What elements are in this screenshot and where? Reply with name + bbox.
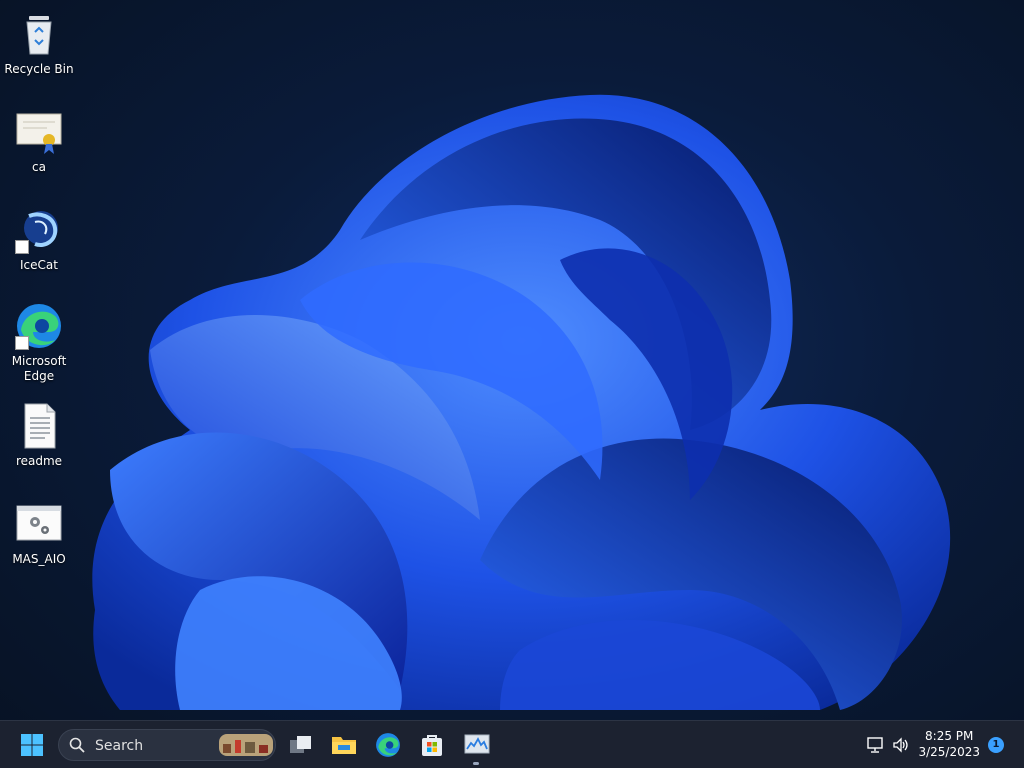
desktop-icon-readme[interactable]: readme [2,398,76,469]
text-document-icon [15,402,63,450]
shortcut-arrow-icon [15,336,29,350]
clock-time: 8:25 PM [925,729,974,743]
search-highlight-image-icon [219,734,273,756]
desktop-icon-label: Microsoft Edge [11,354,67,383]
desktop-icon-ca[interactable]: ca [2,104,76,175]
taskbar-search[interactable] [58,729,276,761]
shortcut-arrow-icon [15,240,29,254]
taskbar-file-explorer[interactable] [326,727,362,763]
desktop-icon-label: readme [15,454,63,468]
desktop-icon-microsoft-edge[interactable]: Microsoft Edge [2,298,76,384]
desktop-icon-label: ca [32,160,46,174]
running-indicator [473,762,479,765]
task-manager-icon [464,734,490,754]
desktop-icon-icecat[interactable]: IceCat [2,202,76,273]
taskbar-microsoft-store[interactable] [414,727,450,763]
task-view-icon [290,736,311,753]
network-icon [867,737,883,753]
recycle-bin-icon [15,10,63,58]
notification-badge[interactable]: 1 [988,737,1004,753]
icecat-icon [15,206,63,254]
desktop-icon-label: MAS_AIO [12,552,66,566]
wallpaper-bloom [92,94,951,710]
search-input[interactable] [93,736,217,756]
edge-icon [376,733,400,757]
taskbar-task-manager[interactable] [459,727,495,763]
desktop-icon-label: IceCat [20,258,58,272]
speaker-icon [893,737,908,753]
certificate-icon [15,108,63,156]
volume-button[interactable] [884,727,918,763]
batch-file-icon [15,500,63,548]
desktop-icon-label: Recycle Bin [4,62,74,76]
task-view-button[interactable] [283,727,319,763]
taskbar: 8:25 PM 3/25/2023 1 [0,720,1024,768]
store-icon [422,735,442,756]
edge-icon [15,302,63,350]
desktop-icon-recycle-bin[interactable]: Recycle Bin [2,6,76,77]
folder-icon [332,737,356,754]
desktop-icon-mas-aio[interactable]: MAS_AIO [2,496,76,567]
clock-date: 3/25/2023 [918,745,980,759]
start-button[interactable] [14,727,50,763]
clock[interactable]: 8:25 PM 3/25/2023 [918,728,980,760]
search-icon [69,737,85,753]
taskbar-microsoft-edge[interactable] [370,727,406,763]
windows-logo-icon [21,734,43,756]
